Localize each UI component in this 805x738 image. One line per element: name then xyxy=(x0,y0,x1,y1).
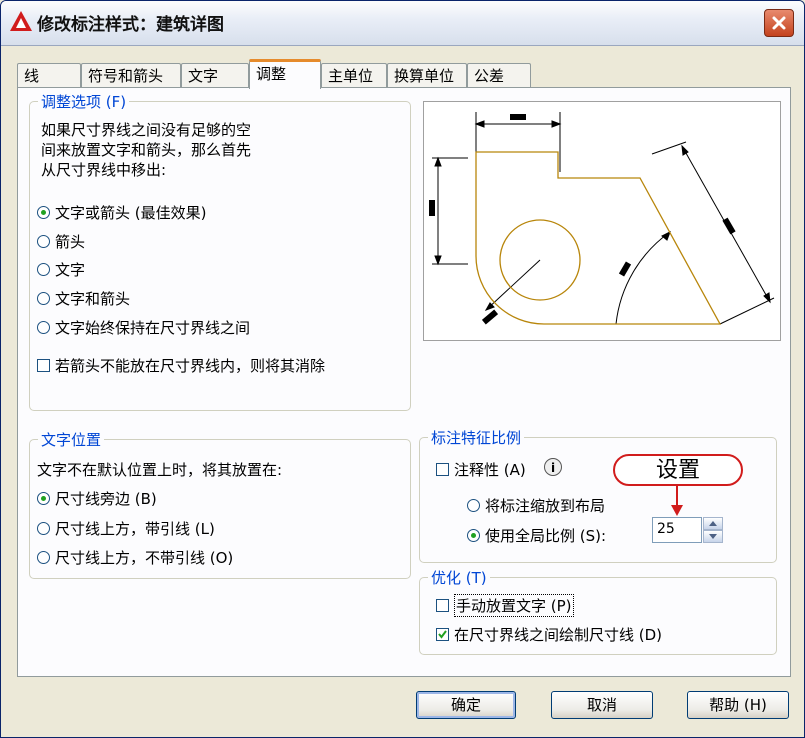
window-title: 修改标注样式：建筑详图 xyxy=(37,15,224,35)
checkmark-icon xyxy=(438,629,447,639)
radio-indicator xyxy=(37,491,50,505)
checkbox-indicator xyxy=(37,358,50,372)
tab-label: 换算单位 xyxy=(394,67,455,85)
radio-label: 使用全局比例 (S): xyxy=(485,526,607,545)
draw-dimline-checkbox[interactable]: 在尺寸界线之间绘制尺寸线 (D) xyxy=(436,624,662,644)
dialog-window: 修改标注样式：建筑详图 线 符号和箭头 文字 调整 主单位 换算单位 公差 调整… xyxy=(0,0,805,738)
ok-button[interactable]: 确定 xyxy=(416,691,516,719)
radio-keep-text-between[interactable]: 文字始终保持在尺寸界线之间 xyxy=(37,317,250,337)
global-scale-input[interactable]: 25 xyxy=(652,517,702,543)
fit-options-legend: 调整选项 (F) xyxy=(41,93,127,111)
stepper-up-button[interactable] xyxy=(703,517,723,530)
radio-indicator xyxy=(37,262,50,276)
radio-indicator xyxy=(37,550,50,564)
radio-label: 尺寸线上方，不带引线 (O) xyxy=(55,548,234,567)
radio-indicator xyxy=(37,234,50,248)
checkbox-indicator xyxy=(436,598,449,612)
text-placement-description: 文字不在默认位置上时，将其放置在: xyxy=(37,461,283,479)
tab-text[interactable]: 文字 xyxy=(181,63,249,87)
preview-panel xyxy=(423,101,781,341)
tab-tolerances[interactable]: 公差 xyxy=(467,63,531,87)
radio-indicator xyxy=(37,291,50,305)
help-button[interactable]: 帮助 (H) xyxy=(687,691,789,719)
fit-description-line: 如果尺寸界线之间没有足够的空 xyxy=(41,121,252,139)
radio-indicator xyxy=(467,498,480,512)
close-button[interactable] xyxy=(764,9,794,37)
radio-text[interactable]: 文字 xyxy=(37,259,85,279)
radio-label: 文字始终保持在尺寸界线之间 xyxy=(55,318,251,337)
radio-text-and-arrows[interactable]: 文字和箭头 xyxy=(37,288,130,308)
manual-text-checkbox[interactable]: 手动放置文字 (P) xyxy=(436,593,574,617)
dimension-preview-drawing xyxy=(429,112,775,325)
radio-label: 文字或箭头 (最佳效果) xyxy=(55,203,207,222)
radio-label: 文字 xyxy=(55,260,86,279)
info-icon-glyph: i xyxy=(550,461,556,475)
chevron-up-icon xyxy=(709,521,717,526)
tab-label: 调整 xyxy=(256,65,287,83)
tab-lines[interactable]: 线 xyxy=(17,63,81,87)
checkbox-label: 手动放置文字 (P) xyxy=(454,593,574,617)
radio-label: 尺寸线旁边 (B) xyxy=(55,489,157,508)
radio-indicator xyxy=(467,528,480,542)
cancel-button[interactable]: 取消 xyxy=(551,691,653,719)
fine-tuning-legend: 优化 (T) xyxy=(431,569,487,587)
fit-description-line: 间来放置文字和箭头，那么首先 xyxy=(41,141,252,159)
tab-label: 线 xyxy=(24,67,40,85)
radio-global-scale[interactable]: 使用全局比例 (S): xyxy=(467,525,606,545)
radio-arrows[interactable]: 箭头 xyxy=(37,231,85,251)
setting-callout: 设置 xyxy=(613,454,743,486)
stepper-down-button[interactable] xyxy=(703,530,723,543)
checkbox-indicator xyxy=(436,627,449,641)
autocad-logo-icon xyxy=(10,11,32,31)
scale-legend: 标注特征比例 xyxy=(431,429,522,447)
radio-label: 箭头 xyxy=(55,232,86,251)
suppress-arrows-checkbox[interactable]: 若箭头不能放在尺寸界线内，则将其消除 xyxy=(37,355,325,375)
close-icon xyxy=(772,16,786,30)
tab-primary-units[interactable]: 主单位 xyxy=(321,63,387,87)
tab-label: 文字 xyxy=(188,67,219,85)
radio-text-or-arrows[interactable]: 文字或箭头 (最佳效果) xyxy=(37,202,206,222)
annotative-checkbox[interactable]: 注释性 (A) xyxy=(436,459,526,479)
radio-scale-to-layout[interactable]: 将标注缩放到布局 xyxy=(467,495,605,515)
tab-symbols-arrows[interactable]: 符号和箭头 xyxy=(81,63,181,87)
info-icon[interactable]: i xyxy=(544,458,562,476)
tab-label: 符号和箭头 xyxy=(88,67,164,85)
radio-indicator xyxy=(37,521,50,535)
radio-beside-dimline[interactable]: 尺寸线旁边 (B) xyxy=(37,488,157,508)
radio-over-with-leader[interactable]: 尺寸线上方，带引线 (L) xyxy=(37,518,215,538)
checkbox-label: 若箭头不能放在尺寸界线内，则将其消除 xyxy=(55,356,326,375)
tab-label: 公差 xyxy=(474,67,505,85)
radio-indicator xyxy=(37,205,50,219)
tab-label: 主单位 xyxy=(328,67,374,85)
checkbox-label: 注释性 (A) xyxy=(454,460,526,479)
title-bar[interactable]: 修改标注样式：建筑详图 xyxy=(1,1,804,46)
checkbox-label: 在尺寸界线之间绘制尺寸线 (D) xyxy=(454,625,663,644)
global-scale-stepper xyxy=(703,517,723,543)
tab-alternate-units[interactable]: 换算单位 xyxy=(387,63,467,87)
radio-label: 文字和箭头 xyxy=(55,289,131,308)
radio-over-without-leader[interactable]: 尺寸线上方，不带引线 (O) xyxy=(37,547,233,567)
chevron-down-icon xyxy=(709,534,717,539)
tab-fit[interactable]: 调整 xyxy=(249,59,321,89)
radio-indicator xyxy=(37,320,50,334)
checkbox-indicator xyxy=(436,462,449,476)
callout-arrow-icon xyxy=(671,485,683,516)
fit-description-line: 从尺寸界线中移出: xyxy=(41,161,167,179)
radio-label: 将标注缩放到布局 xyxy=(485,496,606,515)
text-placement-legend: 文字位置 xyxy=(41,431,102,449)
radio-label: 尺寸线上方，带引线 (L) xyxy=(55,519,215,538)
